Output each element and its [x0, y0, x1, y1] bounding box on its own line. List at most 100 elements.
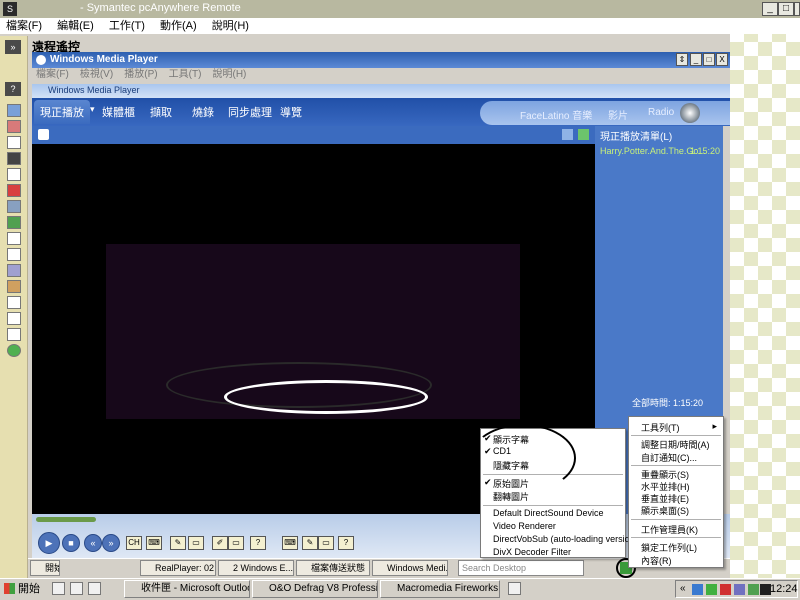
help-icon-3[interactable]: ?	[338, 536, 354, 550]
draw-icon[interactable]: ✐	[212, 536, 228, 550]
tray-network-icon[interactable]	[692, 584, 703, 595]
tray-expand-icon[interactable]: «	[680, 583, 686, 594]
tool-icon-5[interactable]	[7, 168, 21, 181]
tool-icon-12[interactable]	[7, 280, 21, 293]
tool-icon-11[interactable]	[7, 264, 21, 277]
next-button[interactable]: »	[102, 534, 120, 552]
tab-sync[interactable]: 同步處理	[228, 104, 272, 120]
tool-icon-9[interactable]	[7, 232, 21, 245]
tool-icon-16[interactable]	[7, 344, 21, 357]
tool-icon-10[interactable]	[7, 248, 21, 261]
remote-task-realplayer[interactable]: RealPlayer: 02 ...	[140, 560, 216, 576]
tool-icon-15[interactable]	[7, 328, 21, 341]
wmp-menu-play[interactable]: 播放(P)	[124, 68, 157, 82]
screen-icon[interactable]	[562, 129, 573, 140]
tool-icon-6[interactable]	[7, 184, 21, 197]
menu-action[interactable]: 動作(A)	[160, 18, 197, 34]
menu-file[interactable]: 檔案(F)	[6, 18, 42, 34]
menu-item-customize-notifications[interactable]: 自訂通知(C)...	[641, 451, 697, 464]
quicklaunch-ie-icon[interactable]	[52, 582, 65, 595]
menu-item-toolbars[interactable]: 工具列(T)	[641, 421, 680, 434]
tab-guide[interactable]: 導覽	[280, 104, 302, 120]
wmp-minimize-button[interactable]: _	[690, 53, 702, 66]
tab-library[interactable]: 媒體櫃	[102, 104, 135, 120]
visualization-icon[interactable]	[578, 129, 589, 140]
wmp-scroll-button[interactable]: ⇕	[676, 53, 688, 66]
play-button[interactable]: ▶	[38, 532, 60, 554]
menu-item-directvobsub[interactable]: DirectVobSub (auto-loading version)	[493, 534, 638, 544]
menu-item-directsound[interactable]: Default DirectSound Device	[493, 508, 604, 518]
desktop-search-input[interactable]: Search Desktop	[458, 560, 584, 576]
playlist-header[interactable]: 現正播放清單(L)	[600, 128, 672, 143]
remote-task-explorer[interactable]: 2 Windows E...	[218, 560, 294, 576]
tool-icon-14[interactable]	[7, 312, 21, 325]
stop-button[interactable]: ■	[62, 534, 80, 552]
wmp-menu-help[interactable]: 說明(H)	[213, 68, 247, 82]
tool-icon-7[interactable]	[7, 200, 21, 213]
quicklaunch-outlook-icon[interactable]	[70, 582, 83, 595]
menu-edit[interactable]: 編輯(E)	[57, 18, 94, 34]
menu-item-video-renderer[interactable]: Video Renderer	[493, 521, 556, 531]
close-button[interactable]	[794, 2, 800, 16]
tab-now-playing[interactable]: 現正播放	[34, 100, 90, 124]
tab-online-music[interactable]: FaceLatino 音樂	[520, 107, 592, 122]
seek-bar[interactable]	[36, 517, 96, 522]
menu-item-lock-taskbar[interactable]: 鎖定工作列(L)	[641, 541, 697, 554]
wmp-menu-view[interactable]: 檢視(V)	[80, 68, 113, 82]
pen-icon-2[interactable]: ✎	[302, 536, 318, 550]
taskbar-fireworks[interactable]: Macromedia Fireworks M...	[380, 580, 500, 598]
remote-start-button[interactable]: 開始	[30, 560, 60, 576]
wmp-menu-tools[interactable]: 工具(T)	[169, 68, 202, 82]
menu-item-show-desktop[interactable]: 顯示桌面(S)	[641, 504, 689, 517]
tab-dropdown-icon[interactable]: ▾	[90, 104, 95, 115]
maximize-button[interactable]: □	[778, 2, 794, 16]
playlist-item[interactable]: Harry.Potter.And.The.Go... 1:15:20	[600, 146, 720, 156]
taskbar-defrag[interactable]: O&O Defrag V8 Professio...	[252, 580, 378, 598]
tab-radio[interactable]: Radio	[648, 107, 674, 118]
menu-task[interactable]: 工作(T)	[109, 18, 145, 34]
monitor-icon[interactable]: ▭	[188, 536, 204, 550]
taskbar-outlook[interactable]: 收件匣 - Microsoft Outlook	[124, 580, 250, 598]
expand-icon[interactable]: »	[5, 40, 21, 54]
wmp-restore-button[interactable]: □	[703, 53, 715, 66]
quicklaunch-media-icon[interactable]	[88, 582, 101, 595]
tool-icon-8[interactable]	[7, 216, 21, 229]
menu-item-divx-decoder[interactable]: DivX Decoder Filter	[493, 547, 571, 557]
remote-task-wmp[interactable]: Windows Medi...	[372, 560, 448, 576]
tray-antivirus-icon[interactable]	[720, 584, 731, 595]
ch-button[interactable]: CH	[126, 536, 142, 550]
tab-burn[interactable]: 燒錄	[192, 104, 214, 120]
help-icon[interactable]: ?	[5, 82, 21, 96]
taskbar-pcanywhere-icon[interactable]	[508, 582, 521, 595]
keyboard-icon[interactable]: ⌨	[146, 536, 162, 550]
tool-icon-13[interactable]	[7, 296, 21, 309]
tab-rip[interactable]: 擷取	[150, 104, 172, 120]
wmp-close-button[interactable]: X	[716, 53, 728, 66]
tool-icon-3[interactable]	[7, 136, 21, 149]
tray-shield-icon[interactable]	[706, 584, 717, 595]
tool-icon-1[interactable]	[7, 104, 21, 117]
menu-item-adjust-datetime[interactable]: 調整日期/時間(A)	[641, 438, 710, 451]
tray-app-icon-2[interactable]	[748, 584, 759, 595]
menu-item-task-manager[interactable]: 工作管理員(K)	[641, 523, 698, 536]
pen-icon[interactable]: ✎	[170, 536, 186, 550]
tray-display-icon[interactable]	[734, 584, 745, 595]
minimize-button[interactable]: _	[762, 2, 778, 16]
start-button[interactable]: 開始	[2, 580, 44, 598]
user-avatar-icon[interactable]	[680, 103, 700, 123]
tool-icon-2[interactable]	[7, 120, 21, 133]
menu-icon[interactable]	[38, 129, 49, 140]
keyboard-icon-2[interactable]: ⌨	[282, 536, 298, 550]
remote-task-file-transfer[interactable]: 檔案傳送狀態	[296, 560, 370, 576]
monitor-icon-2[interactable]: ▭	[318, 536, 334, 550]
taskbar-clock[interactable]: 12:24	[770, 583, 798, 595]
wmp-menu-file[interactable]: 檔案(F)	[36, 68, 69, 82]
playlist-item-duration: 1:15:20	[689, 146, 720, 156]
menu-item-properties[interactable]: 內容(R)	[641, 554, 672, 567]
previous-button[interactable]: «	[84, 534, 102, 552]
tab-video[interactable]: 影片	[608, 107, 628, 122]
help-icon-2[interactable]: ?	[250, 536, 266, 550]
window-icon[interactable]: ▭	[228, 536, 244, 550]
tool-icon-4[interactable]	[7, 152, 21, 165]
menu-help[interactable]: 說明(H)	[212, 18, 249, 34]
